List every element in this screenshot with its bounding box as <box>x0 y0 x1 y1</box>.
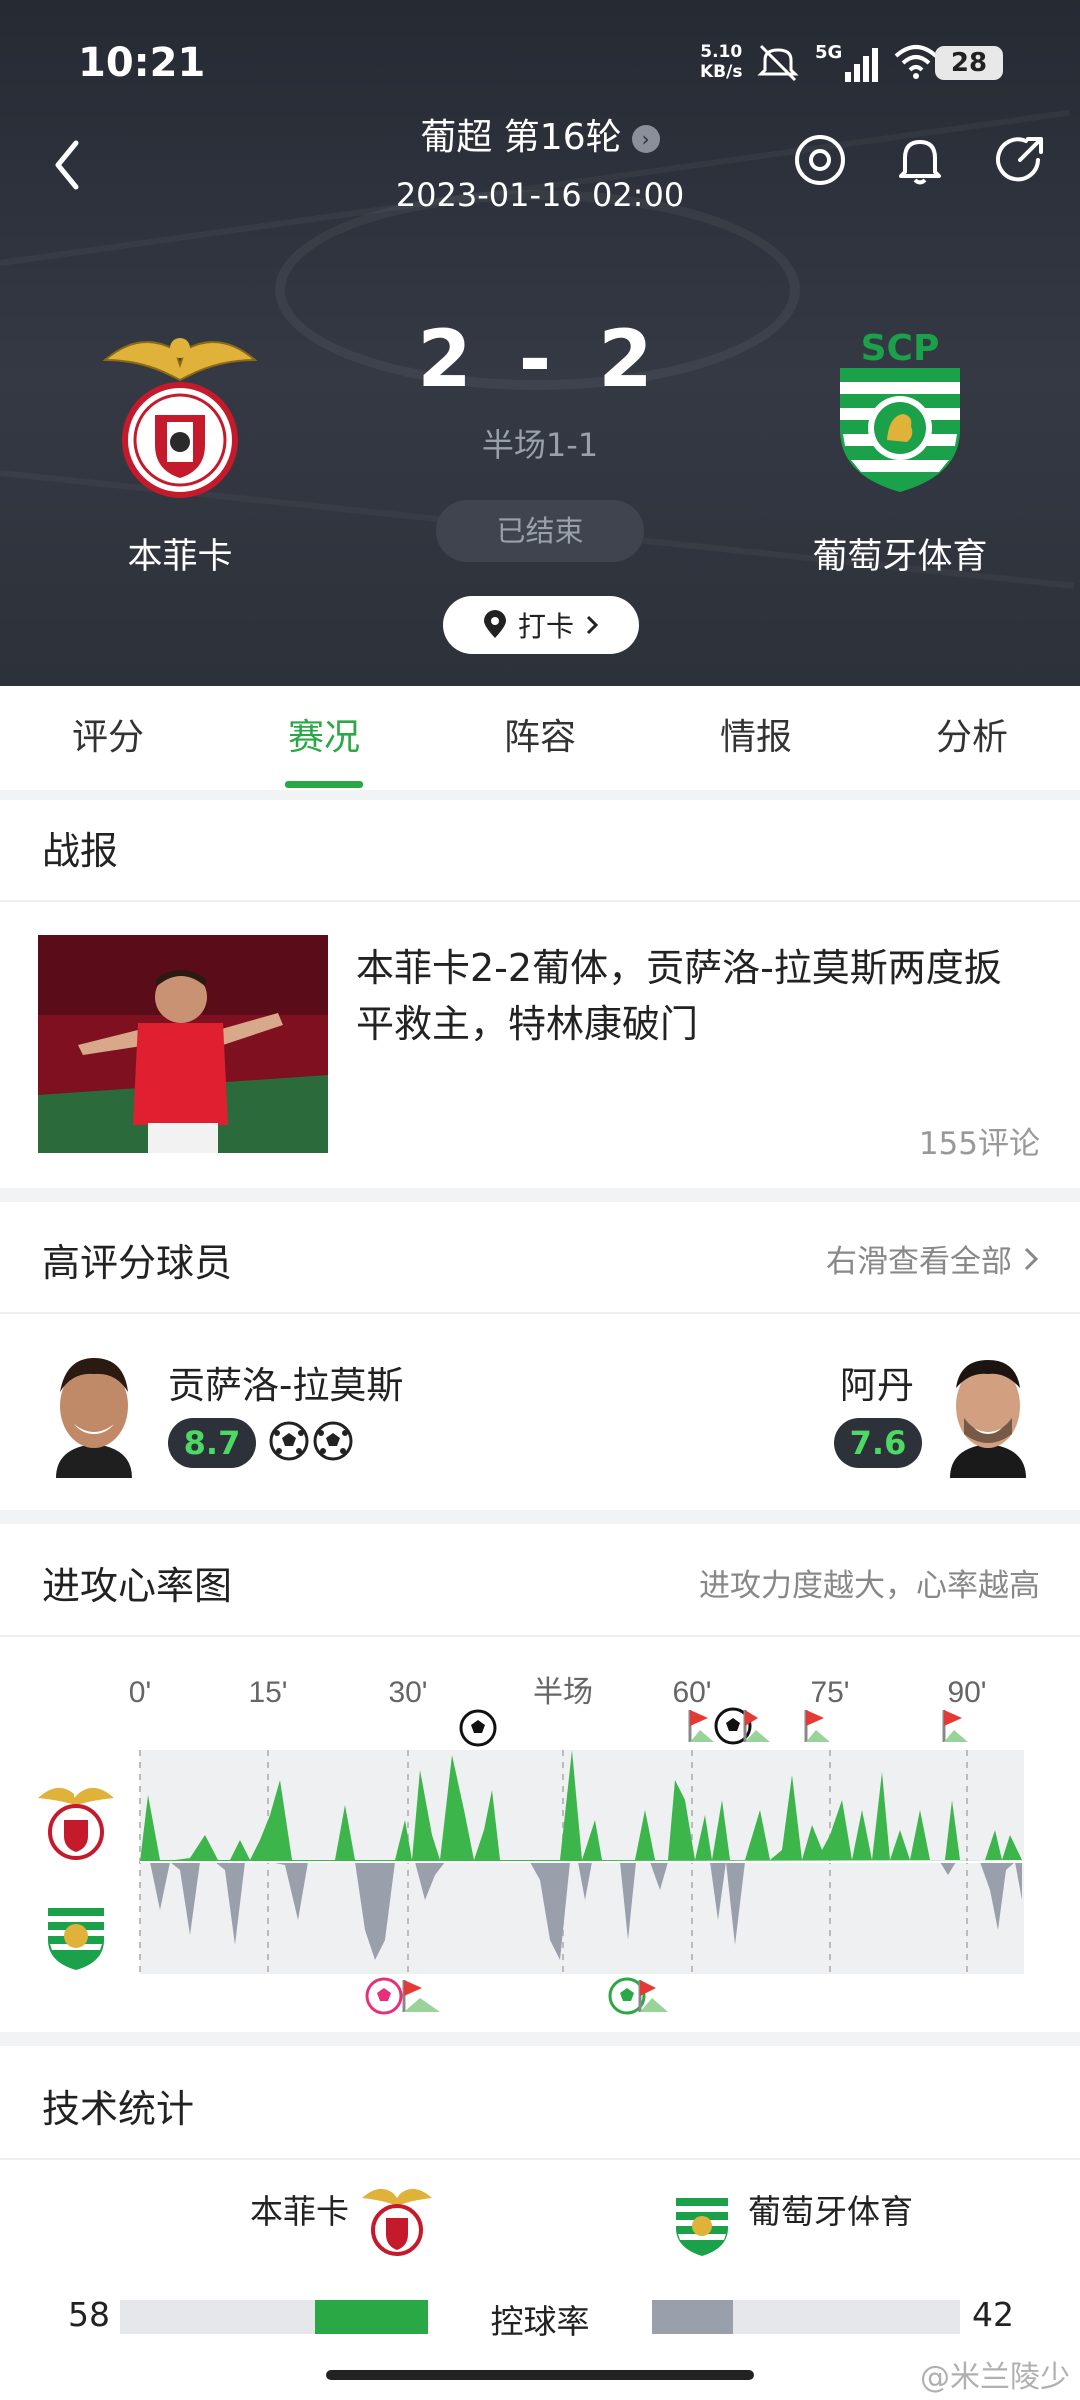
player-photo <box>56 1358 132 1478</box>
match-tabs: 评分 赛况 阵容 情报 分析 <box>0 686 1080 790</box>
stats-home-team: 本菲卡 <box>250 2192 349 2231</box>
signal-icon: 5G <box>815 42 879 82</box>
tick-label-half: 半场 <box>533 1676 593 1709</box>
net-speed-unit: KB/s <box>700 62 743 82</box>
momentum-graph: 0' 15' 30' 半场 60' 75' 90' <box>38 1676 1024 2015</box>
away-player-name[interactable]: 阿丹 <box>840 1355 914 1409</box>
tab-intel[interactable]: 情报 <box>648 686 864 790</box>
away-team-name: 葡萄牙体育 <box>812 537 988 577</box>
tab-analysis[interactable]: 分析 <box>864 686 1080 790</box>
news-thumbnail[interactable] <box>38 935 328 1153</box>
tab-live[interactable]: 赛况 <box>216 686 432 790</box>
news-headline[interactable]: 本菲卡2-2葡体，贡萨洛-拉莫斯两度扳平救主，特林康破门 <box>356 940 1036 1052</box>
home-player-name[interactable]: 贡萨洛-拉莫斯 <box>168 1355 403 1409</box>
tab-lineup[interactable]: 阵容 <box>432 686 648 790</box>
section-divider <box>0 2032 1080 2046</box>
see-all-link[interactable]: 右滑查看全部 <box>826 1236 1040 1281</box>
home-player-avatar[interactable] <box>46 1348 142 1478</box>
momentum-chart: 0' 15' 30' 半场 60' 75' 90' <box>0 1660 1080 2020</box>
match-header: 10:21 5.10 KB/s 5G 28 葡超 第16轮 › 2023-01-1… <box>0 0 1080 686</box>
status-icons: 5G <box>755 42 940 82</box>
home-team-name: 本菲卡 <box>127 537 233 577</box>
location-pin-icon <box>483 610 506 638</box>
tick-label-60: 60' <box>672 1676 711 1709</box>
net-speed: 5.10 KB/s <box>700 42 742 82</box>
divider <box>0 900 1080 902</box>
tick-label-0: 0' <box>129 1676 151 1709</box>
tick-label-90: 90' <box>947 1676 986 1709</box>
football-icon <box>313 1421 353 1461</box>
corner-flag-marker <box>942 1710 968 1742</box>
tech-stats-title: 技术统计 <box>42 2087 195 2131</box>
home-indicator[interactable] <box>326 2370 754 2380</box>
halftime-score: 半场1-1 <box>481 426 599 464</box>
net-speed-value: 5.10 <box>700 42 743 62</box>
divider <box>0 1635 1080 1637</box>
chevron-right-icon <box>1024 1247 1039 1270</box>
chart-away-logo <box>48 1908 104 1970</box>
checkin-label: 打卡 <box>517 610 574 643</box>
goal-marker <box>365 1977 403 2015</box>
momentum-title: 进攻心率图 <box>42 1564 233 1608</box>
away-player-avatar[interactable] <box>940 1348 1036 1478</box>
time-axis: 0' 15' 30' 半场 60' 75' 90' <box>129 1676 987 1709</box>
checkin-button[interactable]: 打卡 <box>443 596 639 654</box>
wifi-icon <box>894 45 938 79</box>
status-bar: 10:21 5.10 KB/s 5G 28 <box>0 40 1080 90</box>
goal-marker <box>459 1709 497 1747</box>
possession-away-fill <box>652 2300 733 2334</box>
live-view-icon[interactable] <box>790 130 850 190</box>
momentum-hint: 进攻力度越大，心率越高 <box>699 1568 1040 1604</box>
divider <box>0 1312 1080 1314</box>
bell-icon[interactable] <box>890 130 950 190</box>
mute-icon <box>757 44 799 82</box>
goal-count <box>268 1420 354 1462</box>
player-photo <box>950 1360 1026 1478</box>
football-icon <box>269 1421 309 1461</box>
chart-home-logo <box>38 1787 114 1860</box>
tick-label-30: 30' <box>388 1676 427 1709</box>
section-divider <box>0 1188 1080 1202</box>
stats-away-logo <box>676 2198 728 2256</box>
section-divider <box>0 1510 1080 1524</box>
stats-home-logo <box>362 2188 432 2256</box>
corner-flag-marker <box>402 1980 440 2012</box>
league-round-label: 葡超 第16轮 <box>420 117 622 158</box>
watermark: @米兰陵少 <box>920 2360 1070 2395</box>
corner-flag-marker <box>688 1710 714 1742</box>
see-all-label: 右滑查看全部 <box>826 1244 1012 1280</box>
news-photo <box>38 935 328 1153</box>
news-comment-count[interactable]: 155评论 <box>919 1118 1040 1163</box>
corner-flag-marker <box>804 1710 830 1742</box>
network-type: 5G <box>815 42 843 63</box>
away-player-rating: 7.6 <box>834 1418 922 1468</box>
chevron-right-icon: › <box>631 125 660 153</box>
possession-away-value: 42 <box>972 2295 1014 2334</box>
battery-indicator: 28 <box>935 46 1003 80</box>
report-section-title: 战报 <box>42 829 119 873</box>
status-time: 10:21 <box>78 40 206 86</box>
top-players-title: 高评分球员 <box>42 1241 233 1285</box>
tab-rating[interactable]: 评分 <box>0 686 216 790</box>
home-player-rating: 8.7 <box>168 1418 256 1468</box>
share-icon[interactable] <box>990 130 1050 190</box>
stats-away-team: 葡萄牙体育 <box>748 2192 913 2231</box>
divider <box>0 2158 1080 2160</box>
section-divider <box>0 790 1080 800</box>
header-actions <box>790 130 1050 190</box>
possession-away-bar <box>652 2300 960 2334</box>
chevron-right-icon <box>586 615 599 635</box>
tick-label-15: 15' <box>248 1676 287 1709</box>
tick-label-75: 75' <box>810 1676 849 1709</box>
match-status-badge: 已结束 <box>436 500 644 562</box>
match-score: 2 - 2 <box>417 315 663 405</box>
